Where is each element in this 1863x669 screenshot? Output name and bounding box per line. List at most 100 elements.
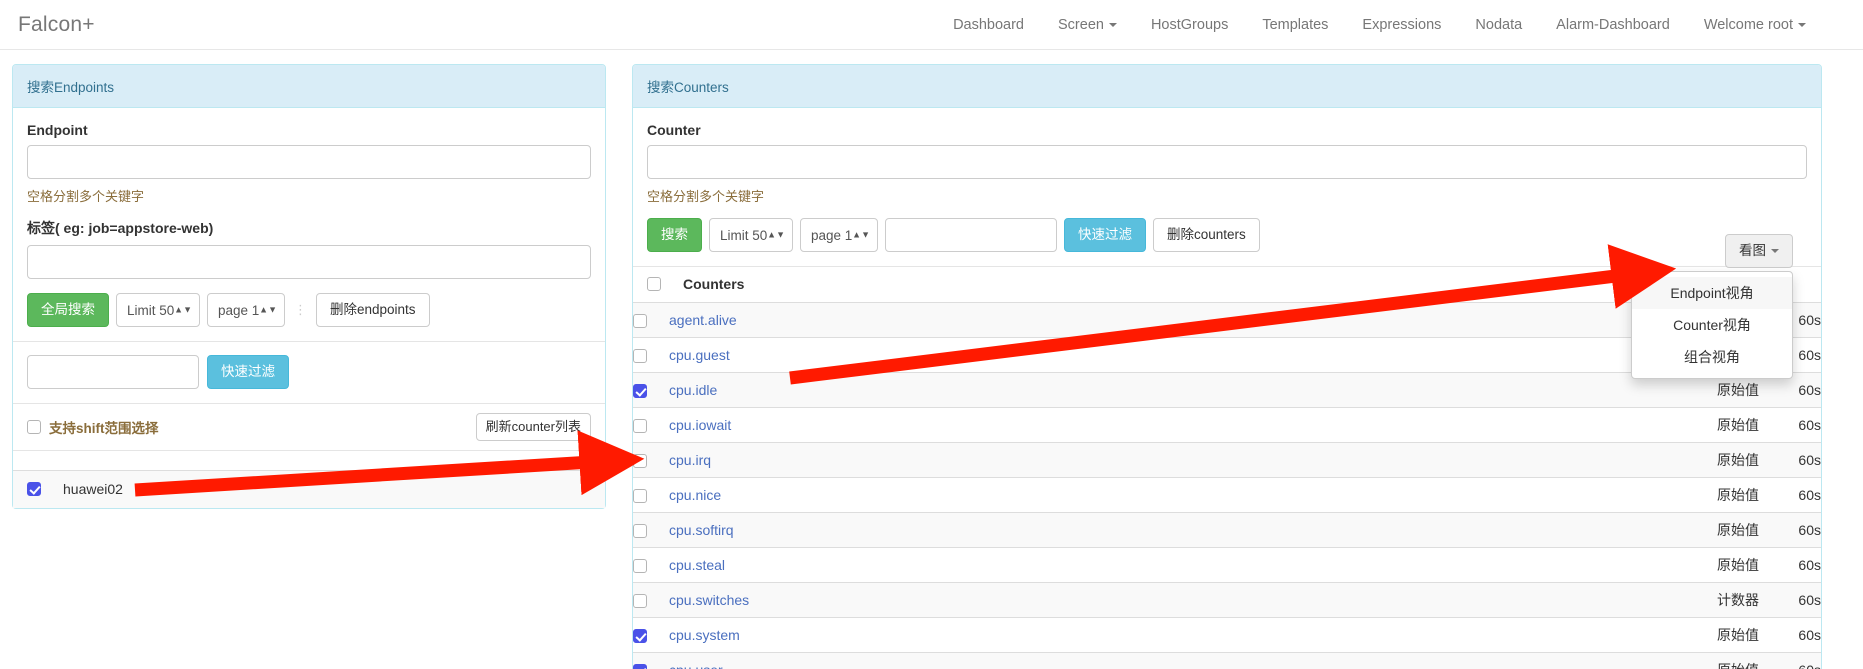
counter-row-name-cell: cpu.guest [669, 337, 1641, 373]
counters-column-header: Counters [683, 276, 745, 292]
counter-row-step: 60s [1759, 407, 1821, 443]
nav-links: Dashboard Screen HostGroups Templates Ex… [936, 11, 1845, 39]
counter-row-name-cell: cpu.irq [669, 442, 1641, 478]
counter-row-checkbox[interactable] [633, 489, 647, 504]
counter-row-link[interactable]: agent.alive [669, 312, 737, 328]
counter-row-checkbox[interactable] [633, 314, 647, 329]
counter-row-checkbox-cell [633, 337, 669, 373]
endpoints-filter-input[interactable] [27, 355, 199, 389]
tag-input[interactable] [27, 245, 591, 279]
view-menu-item-counter[interactable]: Counter视角 [1632, 309, 1792, 341]
brand-logo[interactable]: Falcon+ [18, 13, 95, 37]
counter-row-link[interactable]: cpu.guest [669, 347, 730, 363]
counters-toolbar: 搜索 Limit 50 ▲▼ page 1 ▲▼ 快速过滤 删除counters [647, 218, 1807, 379]
counter-row-link[interactable]: cpu.softirq [669, 522, 734, 538]
counter-row-link[interactable]: cpu.switches [669, 592, 749, 608]
counters-limit-select[interactable]: Limit 50 [709, 218, 793, 252]
counter-row-checkbox[interactable] [633, 454, 647, 469]
endpoints-panel: 搜索Endpoints Endpoint 空格分割多个关键字 标签( eg: j… [12, 64, 606, 509]
nav-link-expressions[interactable]: Expressions [1345, 11, 1458, 39]
counter-row-checkbox[interactable] [633, 349, 647, 364]
counters-search-button[interactable]: 搜索 [647, 218, 702, 252]
counter-row-checkbox[interactable] [633, 559, 647, 574]
counter-help-text: 空格分割多个关键字 [647, 189, 765, 204]
counter-row-checkbox-cell [633, 372, 669, 408]
top-navbar: Falcon+ Dashboard Screen HostGroups Temp… [0, 0, 1863, 50]
table-row[interactable]: cpu.softirq 原始值 60s [633, 512, 1821, 548]
endpoints-table-row[interactable]: huawei02 [13, 470, 605, 508]
global-search-button[interactable]: 全局搜索 [27, 293, 109, 327]
endpoints-page-select[interactable]: page 1 [207, 293, 285, 327]
view-menu-item-endpoint[interactable]: Endpoint视角 [1632, 277, 1792, 309]
nav-link-screen-label: Screen [1058, 16, 1104, 33]
counter-field-label: Counter [647, 122, 701, 138]
nav-link-dashboard[interactable]: Dashboard [936, 11, 1041, 39]
shift-range-checkbox[interactable] [27, 420, 41, 434]
counter-row-type: 原始值 [1641, 407, 1759, 443]
counters-page-select[interactable]: page 1 [800, 218, 878, 252]
delete-counters-button[interactable]: 删除counters [1153, 218, 1260, 252]
endpoint-input[interactable] [27, 145, 591, 179]
counter-row-link[interactable]: cpu.nice [669, 487, 721, 503]
view-chart-button-label: 看图 [1739, 243, 1766, 258]
counter-row-link[interactable]: cpu.idle [669, 382, 717, 398]
nav-link-welcome-root-label: Welcome root [1703, 16, 1793, 33]
counters-select-all-checkbox[interactable] [647, 277, 661, 291]
counter-row-checkbox[interactable] [633, 419, 647, 434]
table-row[interactable]: cpu.steal 原始值 60s [633, 547, 1821, 583]
shift-range-label: 支持shift范围选择 [49, 421, 159, 436]
nav-link-screen[interactable]: Screen [1041, 11, 1134, 39]
counter-row-name-cell: cpu.steal [669, 547, 1641, 583]
table-row[interactable]: cpu.user 原始值 60s [633, 652, 1821, 669]
view-menu-item-combined[interactable]: 组合视角 [1632, 341, 1792, 373]
counters-limit-select-wrap: Limit 50 ▲▼ [709, 218, 793, 252]
endpoints-quick-filter-button[interactable]: 快速过滤 [207, 355, 289, 389]
counter-row-link[interactable]: cpu.system [669, 627, 740, 643]
counter-row-link[interactable]: cpu.iowait [669, 417, 731, 433]
counter-row-type: 原始值 [1641, 617, 1759, 653]
counter-row-checkbox[interactable] [633, 594, 647, 609]
endpoints-limit-select[interactable]: Limit 50 [116, 293, 200, 327]
counter-row-link[interactable]: cpu.irq [669, 452, 711, 468]
table-row[interactable]: cpu.iowait 原始值 60s [633, 407, 1821, 443]
endpoint-help-text: 空格分割多个关键字 [27, 189, 145, 204]
counters-quick-filter-button[interactable]: 快速过滤 [1064, 218, 1146, 252]
table-row[interactable]: cpu.irq 原始值 60s [633, 442, 1821, 478]
delete-endpoints-button[interactable]: 删除endpoints [316, 293, 430, 327]
counter-row-type: 原始值 [1641, 512, 1759, 548]
shift-select-row: 支持shift范围选择 刷新counter列表 [13, 403, 605, 450]
table-row[interactable]: cpu.nice 原始值 60s [633, 477, 1821, 513]
counter-row-link[interactable]: cpu.user [669, 662, 723, 669]
toolbar-separator: ⋮ [294, 302, 307, 317]
nav-link-alarm-dashboard-label: Alarm-Dashboard [1556, 16, 1670, 33]
counter-row-checkbox[interactable] [633, 524, 647, 539]
nav-link-expressions-label: Expressions [1362, 16, 1442, 33]
nav-link-hostgroups[interactable]: HostGroups [1134, 11, 1245, 39]
counter-input[interactable] [647, 145, 1807, 179]
counter-row-checkbox-cell [633, 442, 669, 478]
table-row[interactable]: cpu.switches 计数器 60s [633, 582, 1821, 618]
refresh-counter-list-button[interactable]: 刷新counter列表 [475, 413, 591, 441]
counter-row-type: 原始值 [1641, 477, 1759, 513]
nav-link-nodata-label: Nodata [1475, 16, 1523, 33]
counter-row-checkbox[interactable] [633, 384, 647, 399]
counter-row-checkbox[interactable] [633, 664, 647, 669]
view-chart-button[interactable]: 看图 [1725, 234, 1793, 268]
nav-link-nodata[interactable]: Nodata [1458, 11, 1539, 39]
table-row[interactable]: cpu.system 原始值 60s [633, 617, 1821, 653]
counter-row-link[interactable]: cpu.steal [669, 557, 725, 573]
counter-row-checkbox-cell [633, 652, 669, 669]
nav-link-templates[interactable]: Templates [1245, 11, 1345, 39]
counter-row-checkbox-cell [633, 547, 669, 583]
tag-field-label: 标签( eg: job=appstore-web) [27, 220, 214, 236]
endpoint-row-checkbox[interactable] [27, 482, 41, 496]
nav-link-welcome-root[interactable]: Welcome root [1687, 11, 1823, 39]
counters-filter-input[interactable] [885, 218, 1057, 252]
page-content: 搜索Endpoints Endpoint 空格分割多个关键字 标签( eg: j… [0, 50, 1863, 669]
endpoints-limit-select-wrap: Limit 50 ▲▼ [116, 293, 200, 327]
counter-row-checkbox-cell [633, 302, 669, 338]
counter-row-name-cell: cpu.switches [669, 582, 1641, 618]
counter-row-checkbox[interactable] [633, 629, 647, 644]
chevron-down-icon [1771, 249, 1779, 254]
nav-link-alarm-dashboard[interactable]: Alarm-Dashboard [1539, 11, 1687, 39]
